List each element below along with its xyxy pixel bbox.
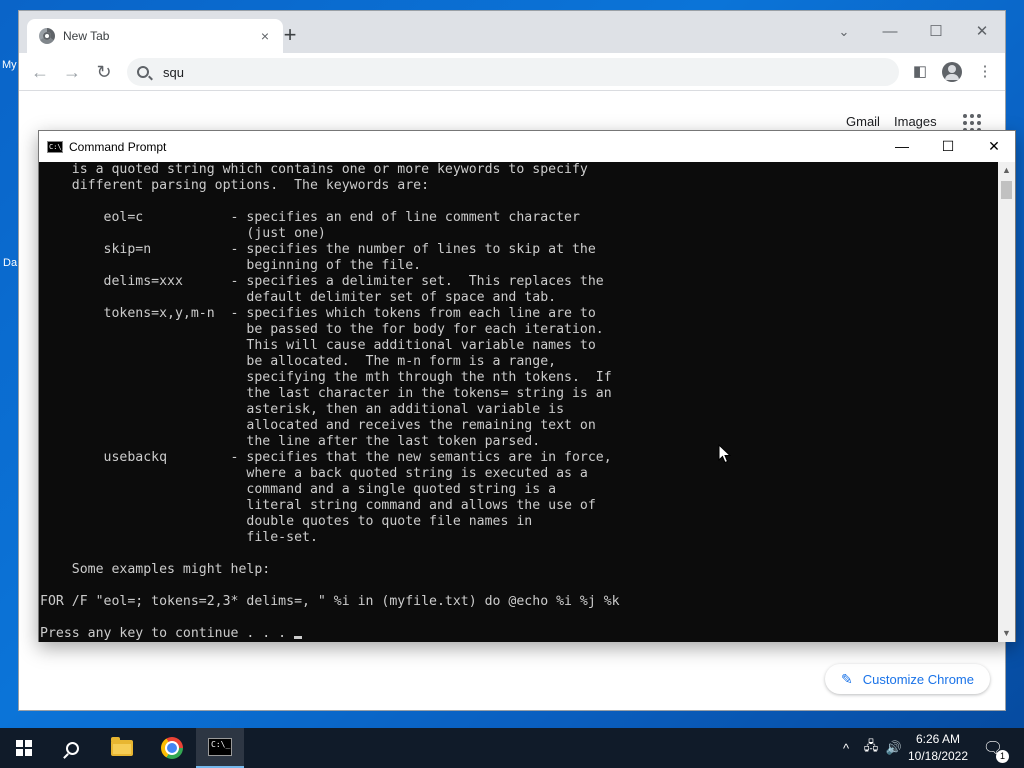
- scroll-down-arrow-icon[interactable]: ▼: [998, 625, 1015, 642]
- cmd-app-icon[interactable]: C:\_: [47, 140, 66, 153]
- profile-avatar-icon: [942, 62, 962, 82]
- desktop-icon-label-1[interactable]: My: [2, 59, 17, 71]
- console-line: Some examples might help:: [40, 562, 271, 577]
- console-line: the last character in the tokens= string…: [40, 386, 612, 401]
- taskbar-clock[interactable]: 6:26 AM 10/18/2022: [902, 731, 974, 765]
- clock-time: 6:26 AM: [915, 732, 961, 746]
- console-text: is a quoted string which contains one or…: [40, 162, 999, 642]
- console-line: where a back quoted string is executed a…: [40, 466, 588, 481]
- tab-title: New Tab: [63, 29, 110, 43]
- tray-chevron-icon[interactable]: ^: [836, 728, 856, 768]
- tab-new-tab[interactable]: New Tab ×: [27, 19, 283, 53]
- console-line: command and a single quoted string is a: [40, 482, 557, 497]
- desktop-icon-label-2[interactable]: Da: [3, 257, 17, 269]
- console-line: This will cause additional variable name…: [40, 338, 596, 353]
- tab-close-icon[interactable]: ×: [257, 28, 273, 44]
- network-icon[interactable]: 🖧: [860, 728, 882, 768]
- cmd-taskbar-button[interactable]: C:\_: [196, 728, 244, 768]
- file-explorer-button[interactable]: [98, 728, 146, 768]
- console-line: asterisk, then an additional variable is: [40, 402, 565, 417]
- notification-count-badge: 1: [996, 750, 1009, 763]
- console-line: delims=xxx - specifies a delimiter set. …: [40, 274, 604, 289]
- customize-chrome-button[interactable]: ✎ Customize Chrome: [825, 664, 990, 694]
- console-line: different parsing options. The keywords …: [40, 178, 430, 193]
- chrome-icon: [161, 737, 183, 759]
- cmd-scrollbar[interactable]: ▲ ▼: [998, 162, 1015, 642]
- console-line: double quotes to quote file names in: [40, 514, 533, 529]
- console-line: is a quoted string which contains one or…: [40, 162, 588, 177]
- cmd-titlebar[interactable]: C:\_ Command Prompt — ☐ ✕: [39, 131, 1015, 162]
- pencil-icon: ✎: [841, 670, 853, 687]
- tab-search-dropdown-icon[interactable]: ⌄: [821, 17, 867, 47]
- command-prompt-window: C:\_ Command Prompt — ☐ ✕ is a quoted st…: [38, 130, 1016, 642]
- console-line: be passed to the for body for each itera…: [40, 322, 604, 337]
- reload-button[interactable]: ↻: [91, 59, 117, 85]
- folder-icon: [111, 737, 133, 756]
- volume-icon[interactable]: 🔊: [884, 728, 904, 768]
- console-line: tokens=x,y,m-n - specifies which tokens …: [40, 306, 596, 321]
- terminal-icon: C:\_: [208, 738, 232, 756]
- scroll-up-arrow-icon[interactable]: ▲: [998, 162, 1015, 179]
- chrome-maximize-button[interactable]: ☐: [913, 17, 959, 47]
- taskbar: C:\_ ^ 🖧 🔊 6:26 AM 10/18/2022 🗨 1: [0, 728, 1024, 768]
- console-line: file-set.: [40, 530, 318, 545]
- console-line: usebackq - specifies that the new semant…: [40, 450, 612, 465]
- chrome-minimize-button[interactable]: —: [867, 17, 913, 47]
- new-tab-button[interactable]: +: [277, 23, 303, 49]
- customize-chrome-label: Customize Chrome: [862, 671, 974, 687]
- console-line: FOR /F "eol=; tokens=2,3* delims=, " %i …: [40, 594, 620, 609]
- profile-button[interactable]: [941, 61, 963, 83]
- console-output[interactable]: is a quoted string which contains one or…: [39, 162, 999, 642]
- console-line: beginning of the file.: [40, 258, 422, 273]
- prompt-text: Press any key to continue . . .: [40, 626, 295, 641]
- console-line: (just one): [40, 226, 326, 241]
- console-line: the line after the last token parsed.: [40, 434, 541, 449]
- console-line: specifying the mth through the nth token…: [40, 370, 612, 385]
- forward-button[interactable]: →: [59, 59, 85, 85]
- taskbar-search-button[interactable]: [48, 728, 96, 768]
- text-cursor: [294, 636, 303, 639]
- images-link[interactable]: Images: [894, 114, 937, 129]
- chrome-taskbar-button[interactable]: [148, 728, 196, 768]
- console-prompt-line: Press any key to continue . . .: [40, 626, 999, 642]
- address-bar[interactable]: squ: [127, 58, 899, 86]
- chrome-close-button[interactable]: ✕: [959, 17, 1005, 47]
- search-icon: [65, 741, 79, 755]
- clock-date: 10/18/2022: [907, 749, 969, 763]
- chrome-favicon-icon: [39, 28, 55, 44]
- cmd-minimize-button[interactable]: —: [879, 131, 925, 162]
- console-line: eol=c - specifies an end of line comment…: [40, 210, 580, 225]
- mouse-pointer-icon: [718, 444, 732, 464]
- console-line: default delimiter set of space and tab.: [40, 290, 557, 305]
- chrome-toolbar: ← → ↻ squ ◧ ⋮: [19, 53, 1005, 91]
- cmd-window-title: Command Prompt: [69, 139, 167, 154]
- start-button[interactable]: [0, 728, 48, 768]
- back-button[interactable]: ←: [27, 59, 53, 85]
- chrome-menu-icon[interactable]: ⋮: [974, 61, 996, 83]
- scrollbar-thumb[interactable]: [1001, 181, 1012, 199]
- console-line: skip=n - specifies the number of lines t…: [40, 242, 596, 257]
- chrome-tabstrip: New Tab × + ⌄ — ☐ ✕: [19, 11, 1005, 53]
- side-panel-icon[interactable]: ◧: [909, 61, 931, 83]
- cmd-maximize-button[interactable]: ☐: [925, 131, 971, 162]
- gmail-link[interactable]: Gmail: [846, 114, 880, 129]
- console-line: literal string command and allows the us…: [40, 498, 596, 513]
- address-bar-text[interactable]: squ: [163, 65, 184, 80]
- console-line: allocated and receives the remaining tex…: [40, 418, 596, 433]
- search-icon: [137, 66, 149, 78]
- windows-logo-icon: [16, 740, 32, 756]
- console-line: be allocated. The m-n form is a range,: [40, 354, 557, 369]
- cmd-close-button[interactable]: ✕: [971, 131, 1017, 162]
